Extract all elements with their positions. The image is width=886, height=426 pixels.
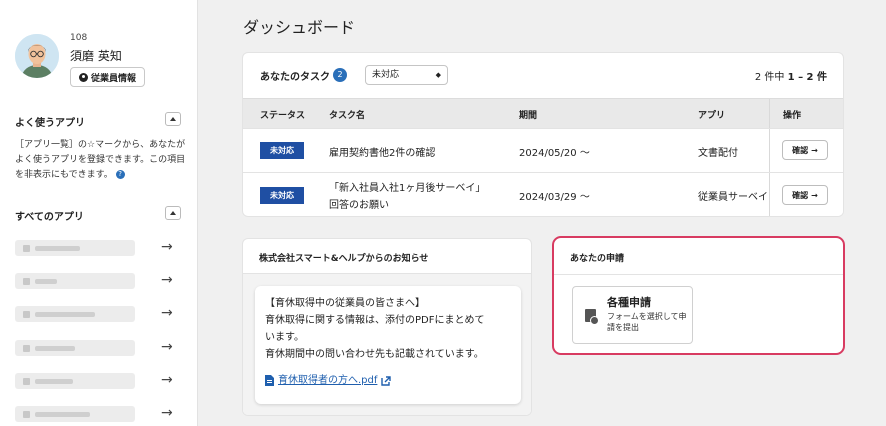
blurred-app-name — [15, 273, 135, 289]
confirm-label: 確認 — [792, 145, 809, 155]
application-tile-description: フォームを選択して申請を提出 — [607, 312, 687, 332]
app-list-item[interactable]: → — [15, 304, 190, 324]
blurred-app-name — [15, 340, 135, 356]
employee-info-label: 従業員情報 — [90, 73, 136, 84]
profile-section: 108 須磨 英知 従業員情報 — [0, 0, 198, 95]
task-period: 2024/03/29 〜 — [519, 192, 590, 203]
task-status-filter[interactable]: 未対応 ◆ — [365, 65, 448, 85]
user-icon — [78, 72, 88, 82]
notice-card: 株式会社スマート&ヘルプからのお知らせ 【育休取得中の従業員の皆さまへ】 育休取… — [242, 238, 532, 416]
confirm-button[interactable]: 確認 → — [782, 140, 828, 160]
column-app: アプリ — [698, 111, 726, 121]
column-action: 操作 — [783, 111, 802, 121]
chevron-up-icon — [170, 117, 176, 121]
blurred-app-name — [15, 306, 135, 322]
notice-title: 株式会社スマート&ヘルプからのお知らせ — [259, 254, 429, 264]
task-app: 従業員サーベイ — [698, 192, 768, 203]
favorites-heading: よく使うアプリ — [15, 118, 85, 129]
task-name: 「新入社員入社1ヶ月後サーベイ」 — [329, 183, 486, 194]
notice-line: 育休取得に関する情報は、添付のPDFにまとめて — [265, 315, 485, 326]
arrow-right-icon: → — [161, 239, 173, 255]
status-badge: 未対応 — [260, 142, 304, 159]
status-badge: 未対応 — [260, 187, 304, 204]
application-tile-title: 各種申請 — [607, 296, 651, 309]
app-list-item[interactable]: → — [15, 238, 190, 258]
blurred-app-name — [15, 406, 135, 422]
sidebar: 108 須磨 英知 従業員情報 よく使うアプリ ［アプリ一覧］の☆マークから、あ… — [0, 0, 198, 426]
avatar-illustration — [15, 34, 59, 78]
applications-title: あなたの申請 — [570, 254, 625, 264]
document-icon — [585, 309, 599, 325]
notice-line: 育休期間中の問い合わせ先も記載されています。 — [265, 349, 484, 360]
employee-number: 108 — [70, 33, 88, 43]
tasks-count-range: 1 – 2 件 — [787, 72, 827, 83]
task-period: 2024/05/20 〜 — [519, 148, 590, 159]
tasks-count: 2 件中 1 – 2 件 — [755, 68, 827, 83]
table-row[interactable]: 未対応 雇用契約書他2件の確認 2024/05/20 〜 文書配付 確認 → — [243, 128, 843, 172]
arrow-right-icon: → — [811, 145, 818, 155]
notice-message: 【育休取得中の従業員の皆さまへ】 育休取得に関する情報は、添付のPDFにまとめて… — [255, 286, 521, 404]
confirm-label: 確認 — [792, 190, 809, 200]
tasks-header: あなたのタスク 2 未対応 ◆ 2 件中 1 – 2 件 — [243, 53, 843, 98]
task-status-filter-value: 未対応 — [372, 70, 400, 80]
task-app: 文書配付 — [698, 148, 738, 159]
application-form-tile[interactable]: 各種申請 フォームを選択して申請を提出 — [572, 286, 693, 344]
favorites-collapse-button[interactable] — [165, 112, 181, 126]
applications-header: あなたの申請 — [554, 238, 843, 275]
help-icon[interactable]: ? — [115, 170, 125, 179]
arrow-right-icon: → — [161, 272, 173, 288]
app-list-item[interactable]: → — [15, 371, 190, 391]
applications-card: あなたの申請 各種申請 フォームを選択して申請を提出 — [552, 236, 845, 355]
tasks-table-header: ステータス タスク名 期間 アプリ 操作 — [243, 98, 843, 128]
all-apps-collapse-button[interactable] — [165, 206, 181, 220]
avatar[interactable] — [15, 34, 59, 78]
favorites-description: ［アプリ一覧］の☆マークから、あなたがよく使うアプリを登録できます。この項目を非… — [15, 138, 190, 183]
app-list-item[interactable]: → — [15, 338, 190, 358]
tasks-count-badge: 2 — [333, 68, 347, 82]
external-link-icon — [381, 375, 392, 386]
favorites-description-text: ［アプリ一覧］の☆マークから、あなたがよく使うアプリを登録できます。この項目を非… — [15, 140, 186, 180]
arrow-right-icon: → — [161, 372, 173, 388]
blurred-app-name — [15, 373, 135, 389]
tasks-count-prefix: 2 件中 — [754, 72, 785, 83]
notice-line: います。 — [265, 332, 304, 343]
pdf-attachment-link[interactable]: 育休取得者の方へ.pdf — [265, 372, 511, 389]
chevron-up-icon — [170, 211, 176, 215]
pdf-link-label: 育休取得者の方へ.pdf — [278, 375, 378, 386]
action-cell: 確認 → — [769, 173, 843, 216]
confirm-button[interactable]: 確認 → — [782, 185, 828, 205]
all-apps-heading: すべてのアプリ — [15, 212, 84, 223]
task-name-line2: 回答のお願い — [329, 200, 389, 211]
page-title: ダッシュボード — [243, 18, 356, 37]
file-icon — [265, 375, 274, 386]
notice-body: 【育休取得中の従業員の皆さまへ】 育休取得に関する情報は、添付のPDFにまとめて… — [243, 274, 531, 415]
tasks-title: あなたのタスク — [260, 72, 330, 83]
notice-line: 【育休取得中の従業員の皆さまへ】 — [265, 298, 425, 309]
action-cell: 確認 → — [769, 129, 843, 172]
employee-name: 須磨 英知 — [70, 49, 122, 63]
app-list-item[interactable]: → — [15, 271, 190, 291]
column-task-name: タスク名 — [329, 111, 366, 121]
employee-info-button[interactable]: 従業員情報 — [70, 67, 145, 87]
app-list-item[interactable]: → — [15, 404, 190, 424]
table-row[interactable]: 未対応 「新入社員入社1ヶ月後サーベイ」 回答のお願い 2024/03/29 〜… — [243, 172, 843, 216]
column-period: 期間 — [519, 111, 538, 121]
notice-header: 株式会社スマート&ヘルプからのお知らせ — [243, 239, 531, 274]
column-action-cell: 操作 — [769, 99, 843, 128]
task-name: 雇用契約書他2件の確認 — [329, 148, 436, 159]
arrow-right-icon: → — [161, 339, 173, 355]
arrow-right-icon: → — [161, 305, 173, 321]
select-arrows-icon: ◆ — [435, 71, 441, 79]
arrow-right-icon: → — [161, 405, 173, 421]
blurred-app-name — [15, 240, 135, 256]
arrow-right-icon: → — [811, 190, 818, 200]
column-status: ステータス — [260, 111, 306, 121]
tasks-card: あなたのタスク 2 未対応 ◆ 2 件中 1 – 2 件 ステータス タスク名 … — [242, 52, 844, 217]
